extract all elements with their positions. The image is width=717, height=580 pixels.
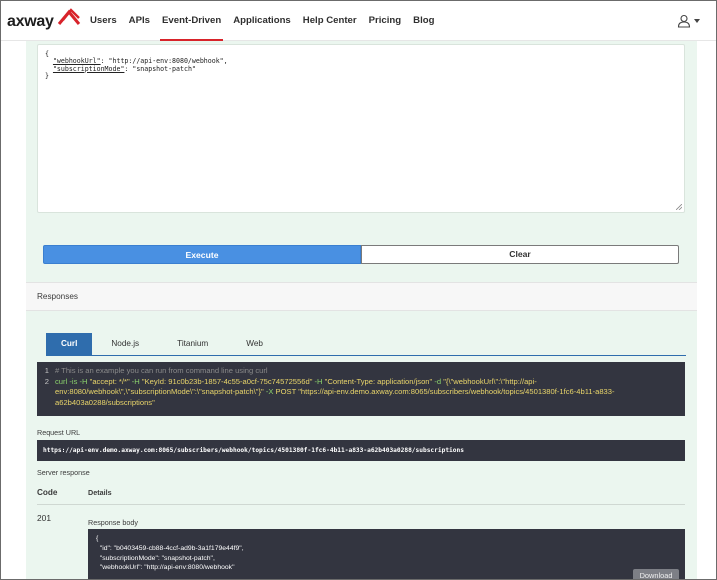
nav-blog[interactable]: Blog xyxy=(407,1,440,41)
download-button[interactable]: Download xyxy=(633,569,679,579)
top-navbar: axway Users APIs Event-Driven Applicatio… xyxy=(1,1,716,41)
snippet-tabs: Curl Node.js Titanium Web xyxy=(46,333,282,355)
code-line: 1 # This is an example you can run from … xyxy=(37,366,685,377)
request-url-label: Request URL xyxy=(37,428,81,437)
json-close: } xyxy=(45,72,49,81)
details-column-header: Details xyxy=(88,488,112,497)
curl-flag: -is -H xyxy=(69,376,88,386)
request-url-value[interactable]: https://api-env.demo.axway.com:8065/subs… xyxy=(37,440,685,461)
curl-keyword: curl xyxy=(55,376,68,386)
tab-nodejs[interactable]: Node.js xyxy=(92,333,158,355)
json-open: { xyxy=(45,50,49,58)
nav-users[interactable]: Users xyxy=(84,1,123,41)
curl-flag: -H xyxy=(131,376,140,386)
chevron-down-icon xyxy=(694,19,700,23)
operation-panel: { "webhookUrl": "http://api-env:8080/web… xyxy=(26,41,697,579)
curl-flag: -X xyxy=(265,387,274,397)
server-response-label: Server response xyxy=(37,468,90,477)
response-body-text: { "id": "b0403459-cb88-4ccf-ad9b-3a1f179… xyxy=(96,535,244,572)
logo-text: axway xyxy=(7,13,54,30)
status-code: 201 xyxy=(37,513,51,523)
responses-title: Responses xyxy=(37,292,78,301)
axway-logo[interactable]: axway xyxy=(7,8,81,34)
line-number: 2 xyxy=(44,376,49,386)
code-line: 2 curl -is -H "accept: */*" -H "KeyId: 9… xyxy=(37,377,685,409)
clear-button[interactable]: Clear xyxy=(361,245,679,264)
nav-apis[interactable]: APIs xyxy=(123,1,156,41)
table-divider xyxy=(37,504,685,505)
json-value-subscriptionmode: : "snapshot-patch" xyxy=(124,64,196,73)
nav-pricing[interactable]: Pricing xyxy=(363,1,408,41)
resize-handle-icon[interactable] xyxy=(676,204,682,210)
user-menu[interactable] xyxy=(677,14,700,28)
action-buttons: Execute Clear xyxy=(43,245,679,264)
curl-header: "accept: */*" xyxy=(89,376,130,386)
curl-comment: # This is an example you can run from co… xyxy=(55,366,268,375)
curl-method: POST xyxy=(275,387,297,397)
json-key-subscriptionmode: "subscriptionMode" xyxy=(52,64,125,73)
tab-titanium[interactable]: Titanium xyxy=(158,333,227,355)
curl-header: "Content-Type: application/json" xyxy=(324,376,433,386)
axway-mark-icon xyxy=(57,8,81,25)
tab-curl[interactable]: Curl xyxy=(46,333,93,355)
tab-underline xyxy=(46,355,686,356)
curl-command: curl -is -H "accept: */*" -H "KeyId: 91c… xyxy=(55,377,685,409)
curl-flag: -d xyxy=(434,376,442,386)
code-column-header: Code xyxy=(37,488,58,497)
responses-header: Responses xyxy=(26,282,697,311)
user-icon xyxy=(677,14,691,28)
curl-header: "KeyId: 91c0b23b-1857-4c55-a0cf-75c74572… xyxy=(141,376,313,386)
curl-snippet[interactable]: 1 # This is an example you can run from … xyxy=(37,362,685,416)
tab-web[interactable]: Web xyxy=(227,333,282,355)
request-body-editor[interactable]: { "webhookUrl": "http://api-env:8080/web… xyxy=(37,44,685,213)
nav-help-center[interactable]: Help Center xyxy=(297,1,363,41)
nav-event-driven[interactable]: Event-Driven xyxy=(156,1,227,41)
execute-button[interactable]: Execute xyxy=(43,245,361,264)
nav-applications[interactable]: Applications xyxy=(227,1,297,41)
curl-flag: -H xyxy=(314,376,323,386)
response-body[interactable]: { "id": "b0403459-cb88-4ccf-ad9b-3a1f179… xyxy=(88,529,685,579)
app-window: axway Users APIs Event-Driven Applicatio… xyxy=(0,0,717,580)
line-number: 1 xyxy=(44,366,49,375)
main-nav: Users APIs Event-Driven Applications Hel… xyxy=(84,1,440,41)
response-body-label: Response body xyxy=(88,518,138,527)
